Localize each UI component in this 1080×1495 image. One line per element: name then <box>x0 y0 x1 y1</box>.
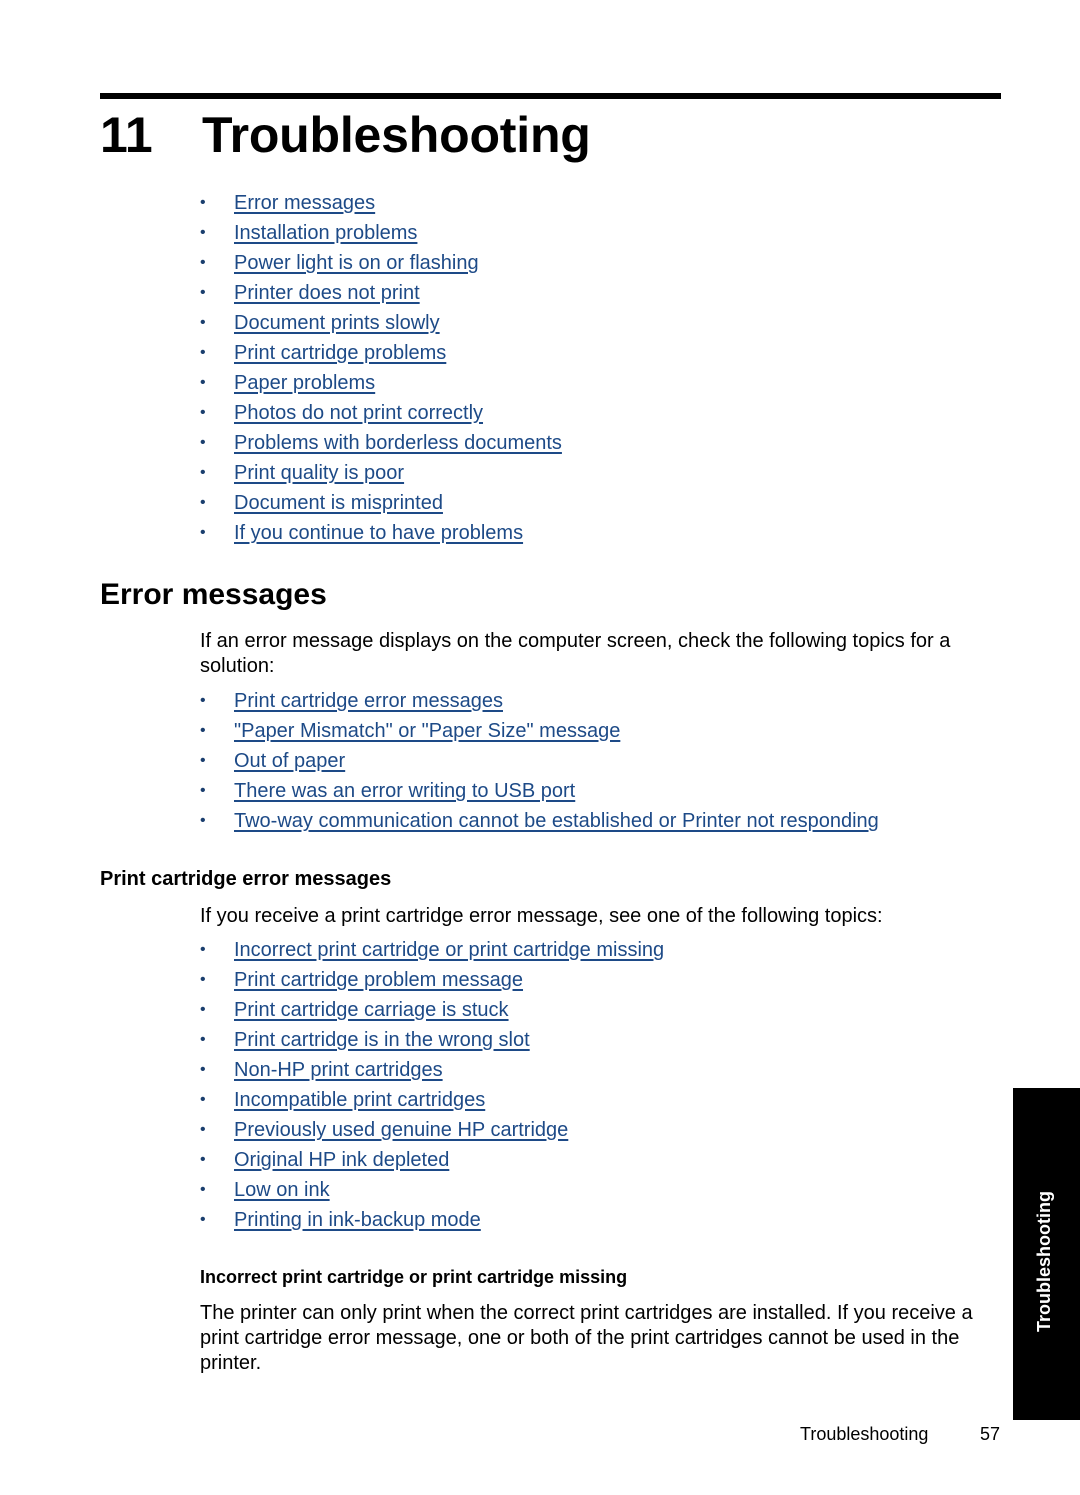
link-cartridge-error-messages[interactable]: Print cartridge error messages <box>234 690 503 712</box>
bullet-icon: • <box>200 1091 206 1108</box>
link-usb-error[interactable]: There was an error writing to USB port <box>234 780 575 802</box>
bullet-icon: • <box>200 1181 206 1198</box>
bullet-icon: • <box>200 524 206 541</box>
toc-link-installation-problems[interactable]: Installation problems <box>234 222 417 244</box>
cartridge-item: • Original HP ink depleted <box>200 1145 664 1175</box>
link-paper-mismatch[interactable]: "Paper Mismatch" or "Paper Size" message <box>234 720 620 742</box>
cartridge-item: • Print cartridge problem message <box>200 965 664 995</box>
cartridge-errors-list: • Incorrect print cartridge or print cart… <box>200 935 664 1235</box>
cartridge-errors-heading: Print cartridge error messages <box>100 868 392 890</box>
bullet-icon: • <box>200 284 206 301</box>
toc-link-prints-slowly[interactable]: Document prints slowly <box>234 312 440 334</box>
error-item: • Out of paper <box>200 746 879 776</box>
link-cartridge-problem-message[interactable]: Print cartridge problem message <box>234 969 523 991</box>
bullet-icon: • <box>200 344 206 361</box>
error-messages-heading: Error messages <box>100 578 327 611</box>
link-carriage-stuck[interactable]: Print cartridge carriage is stuck <box>234 999 509 1021</box>
toc-link-error-messages[interactable]: Error messages <box>234 192 375 214</box>
bullet-icon: • <box>200 752 206 769</box>
toc-item: • Power light is on or flashing <box>200 248 562 278</box>
toc-link-borderless[interactable]: Problems with borderless documents <box>234 432 562 454</box>
cartridge-item: • Incorrect print cartridge or print cart… <box>200 935 664 965</box>
bullet-icon: • <box>200 782 206 799</box>
link-wrong-slot[interactable]: Print cartridge is in the wrong slot <box>234 1029 530 1051</box>
error-messages-intro: If an error message displays on the comp… <box>200 630 951 677</box>
bullet-icon: • <box>200 494 206 511</box>
toc-link-cartridge-problems[interactable]: Print cartridge problems <box>234 342 446 364</box>
cartridge-item: • Low on ink <box>200 1175 664 1205</box>
chapter-toc-list: • Error messages • Installation problems •… <box>200 188 562 548</box>
toc-item: • Error messages <box>200 188 562 218</box>
toc-item: • Problems with borderless documents <box>200 428 562 458</box>
thumb-tab-label: Troubleshooting <box>1034 1191 1054 1332</box>
chapter-title: 11 Troubleshooting <box>100 100 591 170</box>
bullet-icon: • <box>200 254 206 271</box>
bullet-icon: • <box>200 722 206 739</box>
link-low-on-ink[interactable]: Low on ink <box>234 1179 330 1201</box>
toc-link-printer-does-not-print[interactable]: Printer does not print <box>234 282 420 304</box>
error-messages-list: • Print cartridge error messages • "Paper … <box>200 686 879 836</box>
link-incorrect-cartridge[interactable]: Incorrect print cartridge or print cartr… <box>234 939 664 961</box>
toc-item: • Document is misprinted <box>200 488 562 518</box>
bullet-icon: • <box>200 1211 206 1228</box>
footer-page-number: 57 <box>980 1424 1001 1444</box>
bullet-icon: • <box>200 464 206 481</box>
bullet-icon: • <box>200 1061 206 1078</box>
bullet-icon: • <box>200 404 206 421</box>
cartridge-item: • Non-HP print cartridges <box>200 1055 664 1085</box>
toc-link-power-light[interactable]: Power light is on or flashing <box>234 252 479 274</box>
bullet-icon: • <box>200 1151 206 1168</box>
chapter-number: 11 <box>100 107 153 163</box>
toc-link-continue-problems[interactable]: If you continue to have problems <box>234 522 523 544</box>
toc-link-paper-problems[interactable]: Paper problems <box>234 372 375 394</box>
link-non-hp[interactable]: Non-HP print cartridges <box>234 1059 443 1081</box>
link-previously-used[interactable]: Previously used genuine HP cartridge <box>234 1119 568 1141</box>
incorrect-cartridge-body: The printer can only print when the corr… <box>200 1302 973 1374</box>
toc-item: • Print quality is poor <box>200 458 562 488</box>
toc-link-print-quality[interactable]: Print quality is poor <box>234 462 404 484</box>
error-item: • There was an error writing to USB port <box>200 776 879 806</box>
bullet-icon: • <box>200 1001 206 1018</box>
error-item: • "Paper Mismatch" or "Paper Size" messag… <box>200 716 879 746</box>
toc-link-misprinted[interactable]: Document is misprinted <box>234 492 443 514</box>
bullet-icon: • <box>200 374 206 391</box>
bullet-icon: • <box>200 692 206 709</box>
bullet-icon: • <box>200 434 206 451</box>
footer-section-name: Troubleshooting <box>800 1424 929 1444</box>
chapter-title-text: Troubleshooting <box>202 107 591 163</box>
toc-item: • If you continue to have problems <box>200 518 562 548</box>
bullet-icon: • <box>200 971 206 988</box>
toc-item: • Installation problems <box>200 218 562 248</box>
toc-item: • Paper problems <box>200 368 562 398</box>
bullet-icon: • <box>200 224 206 241</box>
link-ink-depleted[interactable]: Original HP ink depleted <box>234 1149 449 1171</box>
cartridge-item: • Incompatible print cartridges <box>200 1085 664 1115</box>
link-out-of-paper[interactable]: Out of paper <box>234 750 345 772</box>
bullet-icon: • <box>200 812 206 829</box>
error-item: • Print cartridge error messages <box>200 686 879 716</box>
bullet-icon: • <box>200 1121 206 1138</box>
toc-item: • Print cartridge problems <box>200 338 562 368</box>
cartridge-errors-intro: If you receive a print cartridge error m… <box>200 905 883 927</box>
toc-item: • Document prints slowly <box>200 308 562 338</box>
bullet-icon: • <box>200 941 206 958</box>
bullet-icon: • <box>200 1031 206 1048</box>
error-item: • Two-way communication cannot be establi… <box>200 806 879 836</box>
chapter-rule <box>100 93 1001 99</box>
toc-item: • Photos do not print correctly <box>200 398 562 428</box>
cartridge-item: • Previously used genuine HP cartridge <box>200 1115 664 1145</box>
toc-item: • Printer does not print <box>200 278 562 308</box>
bullet-icon: • <box>200 314 206 331</box>
bullet-icon: • <box>200 194 206 211</box>
link-incompatible[interactable]: Incompatible print cartridges <box>234 1089 485 1111</box>
toc-link-photos[interactable]: Photos do not print correctly <box>234 402 483 424</box>
cartridge-item: • Printing in ink-backup mode <box>200 1205 664 1235</box>
cartridge-item: • Print cartridge is in the wrong slot <box>200 1025 664 1055</box>
link-ink-backup-mode[interactable]: Printing in ink-backup mode <box>234 1209 481 1231</box>
incorrect-cartridge-heading: Incorrect print cartridge or print cartr… <box>200 1267 628 1287</box>
thumb-tab: Troubleshooting <box>1013 1088 1080 1420</box>
link-two-way-communication[interactable]: Two-way communication cannot be establis… <box>234 810 879 832</box>
cartridge-item: • Print cartridge carriage is stuck <box>200 995 664 1025</box>
